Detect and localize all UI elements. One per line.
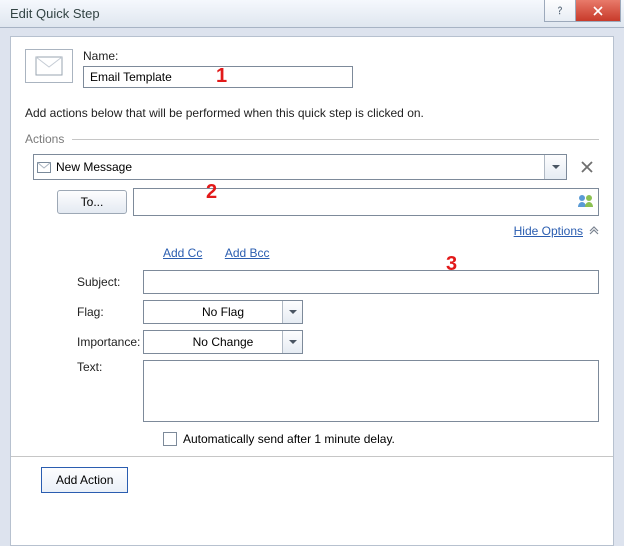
x-icon [580,160,594,174]
importance-label: Importance: [57,335,143,349]
importance-select[interactable]: No Change [143,330,303,354]
auto-send-label: Automatically send after 1 minute delay. [183,432,395,446]
title-bar: Edit Quick Step [0,0,624,28]
window-title: Edit Quick Step [10,6,100,21]
actions-group-label: Actions [25,132,64,146]
flag-dropdown-button[interactable] [282,301,302,323]
importance-value: No Change [193,335,254,349]
chevron-up-icon [589,225,599,238]
help-icon [554,5,566,17]
divider [72,139,599,140]
flag-label: Flag: [57,305,143,319]
address-book-icon[interactable] [576,191,596,216]
help-button[interactable] [544,0,576,22]
text-label: Text: [57,360,143,374]
instruction-text: Add actions below that will be performed… [25,106,599,120]
window-buttons [545,0,621,22]
text-body-input[interactable] [143,360,599,422]
chevron-down-icon [289,340,297,345]
to-button[interactable]: To... [57,190,127,214]
envelope-icon [35,56,63,76]
flag-value: No Flag [202,305,244,319]
importance-dropdown-button[interactable] [282,331,302,353]
action-dropdown-button[interactable] [544,155,566,179]
auto-send-checkbox[interactable] [163,432,177,446]
add-cc-link[interactable]: Add Cc [163,246,202,260]
remove-action-button[interactable] [575,154,599,180]
action-type-select[interactable]: New Message [33,154,567,180]
chevron-down-icon [552,165,560,170]
envelope-icon [34,162,54,173]
subject-input[interactable] [143,270,599,294]
add-action-button[interactable]: Add Action [41,467,128,493]
to-field[interactable] [133,188,599,216]
chevron-down-icon [289,310,297,315]
close-icon [592,5,604,17]
action-type-value: New Message [54,160,132,174]
name-label: Name: [83,49,353,63]
subject-label: Subject: [57,275,143,289]
flag-select[interactable]: No Flag [143,300,303,324]
name-input[interactable] [83,66,353,88]
close-button[interactable] [575,0,621,22]
dialog-body: Name: Add actions below that will be per… [10,36,614,546]
divider [11,456,613,457]
add-bcc-link[interactable]: Add Bcc [225,246,270,260]
hide-options-link[interactable]: Hide Options [514,224,583,238]
quick-step-icon-picker[interactable] [25,49,73,83]
